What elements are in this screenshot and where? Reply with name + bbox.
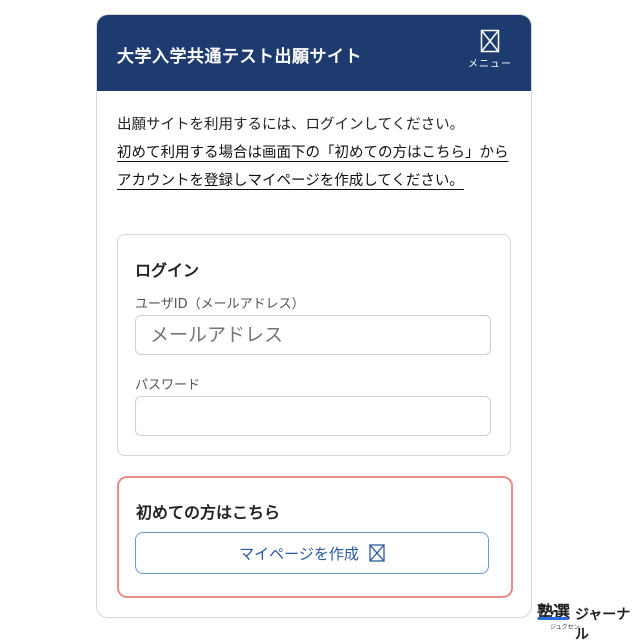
intro-instruction: 出願サイトを利用するには、ログインしてください。 xyxy=(117,117,465,133)
login-heading: ログイン xyxy=(135,261,200,280)
password-label: パスワード xyxy=(135,378,201,393)
juku-sen-journal-logo: 塾選 ジュクセン ジャーナル xyxy=(537,598,637,643)
create-mypage-button[interactable]: マイページを作成 xyxy=(135,532,489,574)
site-title: 大学入学共通テスト出願サイト xyxy=(117,47,362,67)
password-input[interactable] xyxy=(135,396,491,436)
login-card: 大学入学共通テスト出願サイト メニュー 出願サイトを利用するには、ログインしてく… xyxy=(96,14,532,618)
logo-name: ジャーナル xyxy=(575,607,631,643)
register-heading: 初めての方はこちら xyxy=(136,503,281,522)
logo-accent-bar xyxy=(538,617,568,620)
site-header: 大学入学共通テスト出願サイト メニュー xyxy=(97,15,531,91)
intro-text: 出願サイトを利用するには、ログインしてください。 初めて利用する場合は画面下の「… xyxy=(117,111,517,195)
user-id-label: ユーザID（メールアドレス） xyxy=(135,297,305,312)
menu-label: メニュー xyxy=(468,59,512,70)
create-mypage-label: マイページを作成 xyxy=(239,544,359,563)
broken-image-icon xyxy=(480,29,500,53)
broken-image-icon xyxy=(369,544,385,562)
register-guide-link[interactable]: 初めて利用する場合は画面下の「初めての方はこちら」からアカウントを登録しマイペー… xyxy=(117,145,509,189)
register-section: 初めての方はこちら マイページを作成 xyxy=(117,476,513,598)
user-id-input[interactable] xyxy=(135,315,491,355)
login-section: ログイン ユーザID（メールアドレス） パスワード xyxy=(117,234,511,456)
menu-button[interactable]: メニュー xyxy=(467,29,513,70)
